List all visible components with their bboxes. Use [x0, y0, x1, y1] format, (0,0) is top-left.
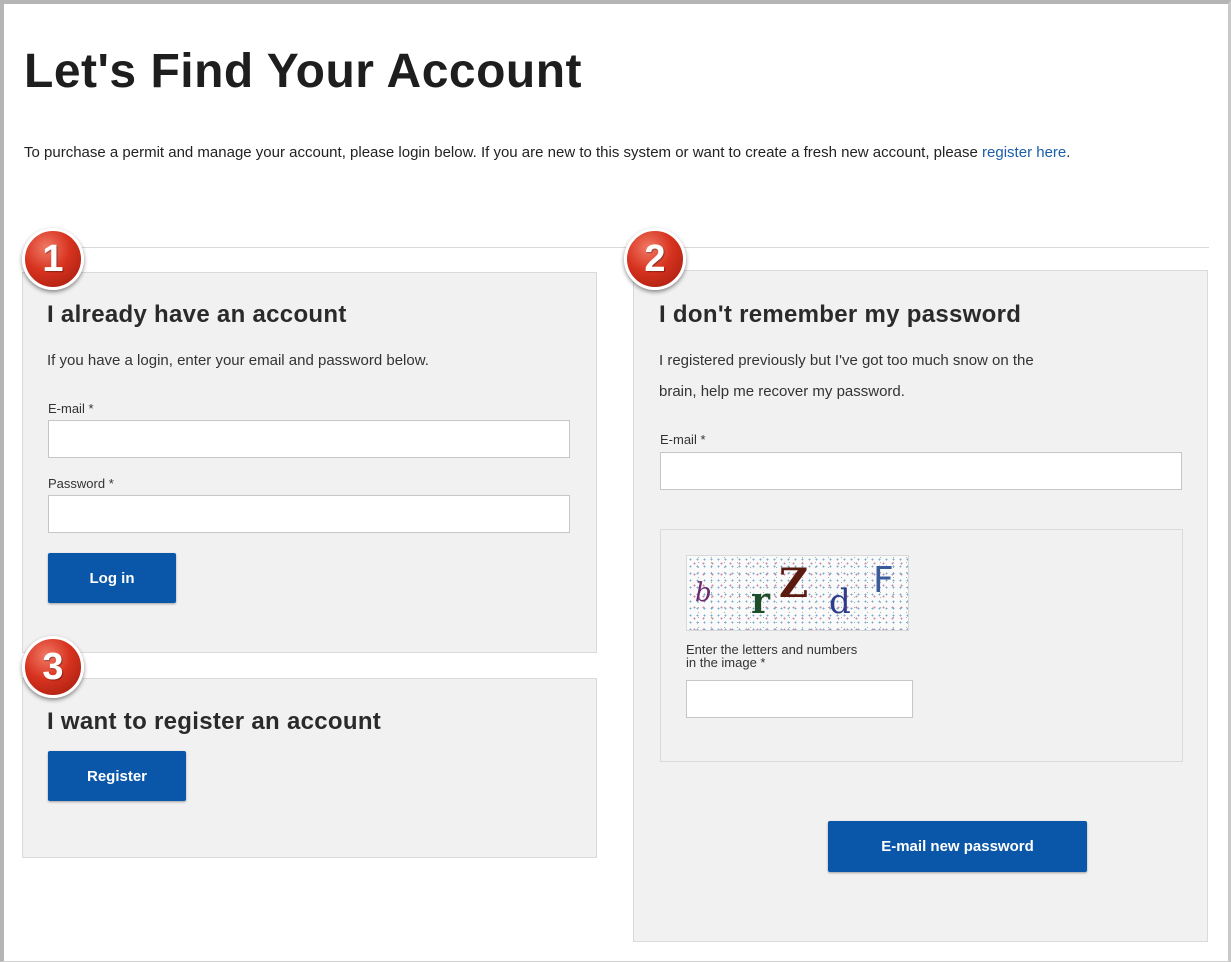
- login-password-input[interactable]: [48, 495, 570, 533]
- intro-text-end: .: [1066, 144, 1071, 161]
- forgot-email-label: E-mail *: [660, 432, 706, 447]
- step-badge-2: 2: [624, 228, 686, 290]
- forgot-heading: I don't remember my password: [659, 301, 1022, 328]
- captcha-char-4: d: [829, 582, 851, 622]
- captcha-char-1: b: [695, 578, 712, 608]
- forgot-email-input[interactable]: [660, 452, 1182, 490]
- login-password-label: Password *: [48, 476, 114, 491]
- captcha-char-2: r: [751, 580, 770, 622]
- captcha-section: b r Z d F Enter the letters and numbers …: [660, 529, 1183, 762]
- login-button[interactable]: Log in: [48, 553, 176, 603]
- captcha-char-5: F: [873, 560, 894, 601]
- register-here-link[interactable]: register here: [982, 144, 1066, 161]
- register-button[interactable]: Register: [48, 751, 186, 801]
- captcha-caption: Enter the letters and numbers in the ima…: [686, 643, 926, 669]
- intro-text: To purchase a permit and manage your acc…: [24, 138, 1214, 167]
- login-email-input[interactable]: [48, 420, 570, 458]
- captcha-input[interactable]: [686, 680, 913, 718]
- email-new-password-button[interactable]: E-mail new password: [828, 821, 1087, 872]
- page-title: Let's Find Your Account: [24, 45, 583, 98]
- captcha-caption-line2: in the image *: [686, 655, 766, 670]
- register-panel: I want to register an account Register: [22, 678, 597, 858]
- forgot-password-panel: I don't remember my password I registere…: [633, 270, 1208, 942]
- step-badge-1: 1: [22, 228, 84, 290]
- intro-text-body: To purchase a permit and manage your acc…: [24, 144, 983, 161]
- forgot-description-line2: brain, help me recover my password.: [659, 383, 905, 400]
- captcha-char-3: Z: [779, 560, 809, 607]
- forgot-description-line1: I registered previously but I've got too…: [659, 352, 1034, 369]
- section-divider: [24, 247, 1209, 248]
- login-description: If you have a login, enter your email an…: [47, 352, 429, 369]
- step-badge-3: 3: [22, 636, 84, 698]
- login-heading: I already have an account: [47, 301, 347, 328]
- login-panel: I already have an account If you have a …: [22, 272, 597, 653]
- login-email-label: E-mail *: [48, 401, 94, 416]
- register-heading: I want to register an account: [47, 708, 382, 735]
- captcha-image: b r Z d F: [686, 555, 909, 631]
